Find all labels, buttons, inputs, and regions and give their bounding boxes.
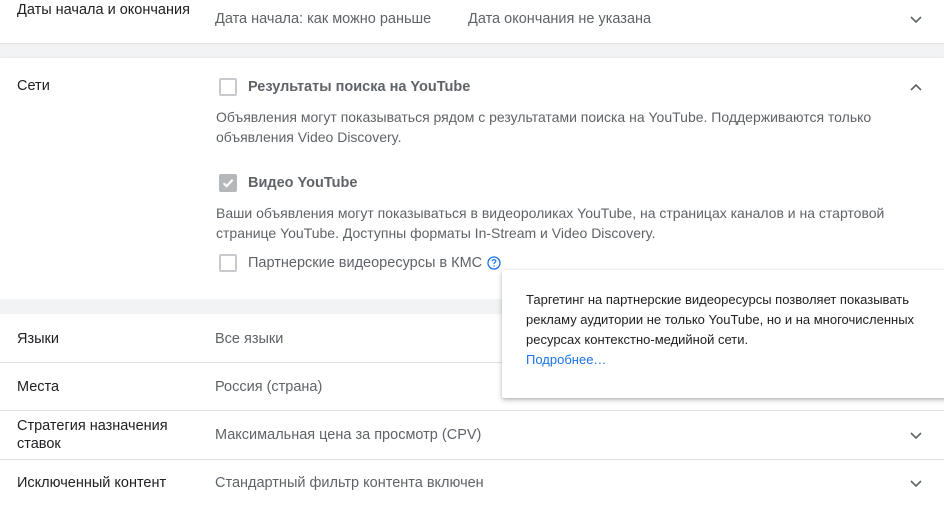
tooltip-text: Таргетинг на партнерские видеоресурсы по… [526,292,915,347]
campaign-settings-page: Даты начала и окончания Дата начала: как… [0,0,944,505]
learn-more-link[interactable]: Подробнее… [526,350,606,370]
dates-row[interactable]: Даты начала и окончания Дата начала: как… [0,0,944,43]
partner-video-label: Партнерские видеоресурсы в КМС [248,255,483,271]
youtube-search-checkbox[interactable] [219,78,237,96]
languages-label: Языки [17,331,59,347]
excluded-content-row[interactable]: Исключенный контент Стандартный фильтр к… [0,460,944,505]
bidding-label: Стратегия назначения ставок [17,418,168,452]
locations-label: Места [17,379,60,395]
networks-label: Сети [17,78,50,94]
youtube-videos-checkbox[interactable] [219,174,237,192]
help-tooltip: Таргетинг на партнерские видеоресурсы по… [502,270,944,398]
excluded-content-value: Стандартный фильтр контента включен [215,475,484,491]
youtube-videos-description: Ваши объявления могут показываться в вид… [216,205,885,241]
checkmark-icon [222,179,234,188]
chevron-down-icon[interactable] [908,427,924,443]
section-gap [0,44,944,58]
partner-video-checkbox[interactable] [219,254,237,272]
youtube-search-label: Результаты поиска на YouTube [248,79,471,95]
locations-value: Россия (страна) [215,379,323,395]
bidding-row[interactable]: Стратегия назначения ставок Максимальная… [0,411,944,459]
chevron-up-icon[interactable] [908,80,924,96]
excluded-content-label: Исключенный контент [17,475,167,491]
help-icon[interactable] [487,256,501,270]
networks-section: Сети Результаты поиска на YouTube Объявл… [0,58,944,299]
dates-label: Даты начала и окончания [17,2,190,18]
chevron-down-icon[interactable] [908,475,924,491]
end-date-value: Дата окончания не указана [468,11,652,27]
youtube-videos-label: Видео YouTube [248,175,358,191]
languages-value: Все языки [215,331,284,347]
youtube-search-description: Объявления могут показываться рядом с ре… [216,109,872,145]
chevron-down-icon[interactable] [908,11,924,27]
bidding-value: Максимальная цена за просмотр (CPV) [215,427,482,443]
start-date-value: Дата начала: как можно раньше [215,11,432,27]
